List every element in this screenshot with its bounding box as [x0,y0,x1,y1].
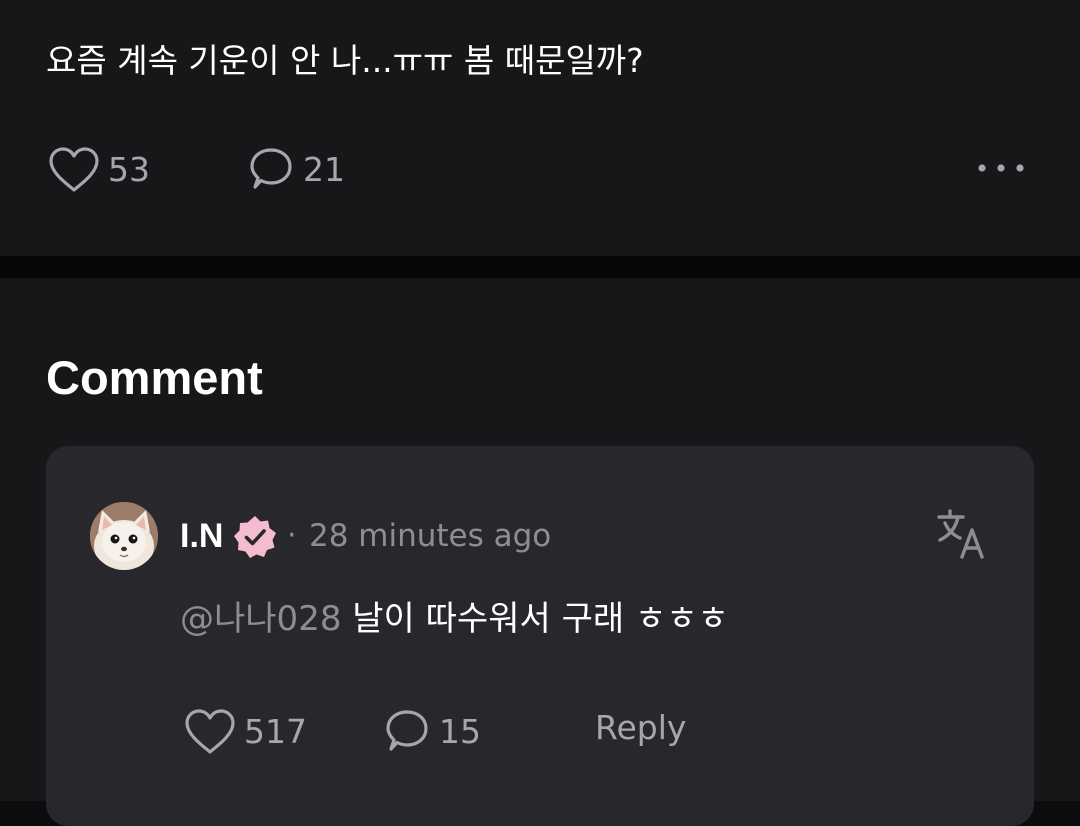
heart-icon [185,709,235,754]
comment-mention[interactable]: @나나028 [180,599,341,639]
comment-author-name[interactable]: I.N [180,514,223,558]
translate-icon [937,509,984,559]
post-like-count: 53 [108,150,150,189]
speech-bubble-icon [386,710,428,751]
comment-like-button[interactable]: 517 [184,708,307,756]
comment-body: 날이 따수워서 구래 ㅎㅎㅎ [352,599,729,639]
comment-reply-count: 15 [439,712,481,751]
translate-button[interactable] [936,508,988,560]
heart-icon [49,147,99,192]
avatar[interactable] [90,502,158,570]
post-comment-count: 21 [303,150,345,189]
comment-replies-button[interactable]: 15 [383,708,481,756]
comment-like-count: 517 [244,712,307,751]
comment-time: 28 minutes ago [309,518,552,554]
post-text: 요즘 계속 기운이 안 나...ㅠㅠ 봄 때문일까? [46,41,644,80]
reply-button[interactable]: Reply [595,708,686,748]
cat-avatar-image [90,502,158,570]
meta-separator: · [287,518,297,553]
more-dots-icon [978,164,1024,172]
post-comment-button[interactable]: 21 [247,146,345,194]
post: 요즘 계속 기운이 안 나...ㅠㅠ 봄 때문일까? 53 21 [0,0,1080,256]
comment-section: Comment I.N · 28 minutes ago @나나028 날이 따… [0,278,1080,826]
more-options-button[interactable] [974,150,1028,186]
comment-section-title: Comment [46,351,263,404]
verified-badge-icon [234,516,276,558]
section-divider [0,256,1080,278]
comment-card: I.N · 28 minutes ago @나나028 날이 따수워서 구래 ㅎ… [46,446,1034,826]
speech-bubble-icon [250,148,292,189]
post-like-button[interactable]: 53 [48,146,150,194]
comment-text: @나나028 날이 따수워서 구래 ㅎㅎㅎ [180,594,729,644]
